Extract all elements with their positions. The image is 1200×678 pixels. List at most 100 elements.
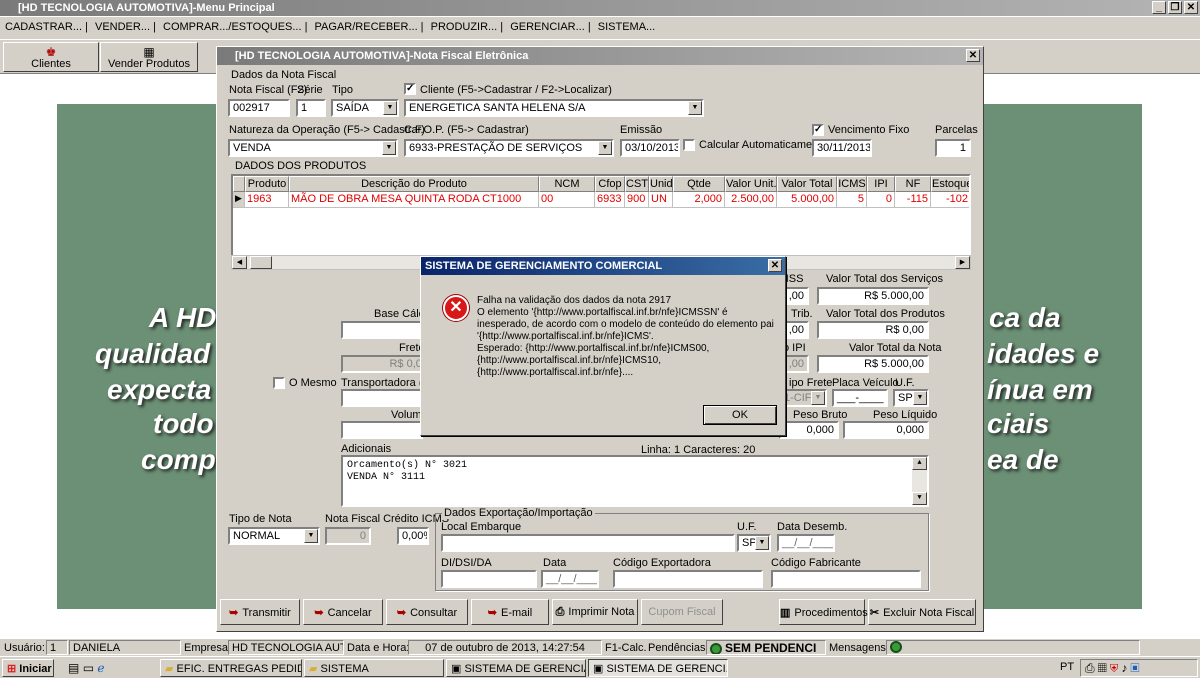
- shield-tray-icon[interactable]: ⛨: [1110, 661, 1122, 675]
- dialog-close-button[interactable]: ✕: [768, 259, 782, 272]
- grid-header-nf[interactable]: NF: [895, 176, 931, 192]
- chevron-down-icon[interactable]: ▼: [688, 101, 702, 115]
- vender-produtos-button[interactable]: ▦ Vender Produtos: [100, 42, 198, 72]
- cell-produto[interactable]: 1963: [245, 192, 289, 208]
- volume-input[interactable]: [341, 421, 423, 439]
- natureza-select[interactable]: VENDA ▼: [228, 139, 398, 157]
- nfe-close-button[interactable]: ✕: [966, 49, 980, 62]
- cell-icms[interactable]: 5: [837, 192, 867, 208]
- monitor-tray-icon[interactable]: ▣: [1130, 661, 1142, 675]
- consultar-button[interactable]: ➥ Consultar: [386, 599, 468, 625]
- pendencias-value[interactable]: SEM PENDENCI: [706, 640, 826, 655]
- peso-liquido-input[interactable]: 0,000: [843, 421, 929, 439]
- ie-icon[interactable]: ℯ: [97, 661, 104, 675]
- network-tray-icon[interactable]: ▦: [1098, 661, 1110, 675]
- minimize-button[interactable]: _: [1152, 1, 1166, 14]
- restore-button[interactable]: ❐: [1168, 1, 1182, 14]
- grid-header-valor-total[interactable]: Valor Total: [777, 176, 837, 192]
- scroll-thumb[interactable]: [250, 256, 272, 269]
- imprimir-nota-button[interactable]: ⎙ Imprimir Nota: [552, 599, 638, 625]
- clientes-button[interactable]: ♚ Clientes: [3, 42, 99, 72]
- menu-gerenciar[interactable]: GERENCIAR... |: [510, 21, 590, 33]
- cupom-fiscal-button[interactable]: Cupom Fiscal: [641, 599, 723, 625]
- calc-auto-checkbox[interactable]: [683, 139, 695, 151]
- grid-header-cfop[interactable]: Cfop: [595, 176, 625, 192]
- cell-valor-total[interactable]: 5.000,00: [777, 192, 837, 208]
- vencimento-input[interactable]: 30/11/2013: [812, 139, 872, 157]
- grid-header-ipi[interactable]: IPI: [867, 176, 895, 192]
- excluir-nota-button[interactable]: ✂ Excluir Nota Fiscal: [868, 599, 976, 625]
- adicionais-textarea[interactable]: Orcamento(s) N° 3021 VENDA N° 3111 ▲ ▼: [341, 455, 929, 507]
- transportadora-input[interactable]: [341, 389, 423, 407]
- di-input[interactable]: [441, 570, 537, 588]
- menu-produzir[interactable]: PRODUZIR... |: [431, 21, 504, 33]
- memo-scrollbar[interactable]: ▲ ▼: [912, 457, 927, 505]
- grid-header-icms[interactable]: ICMS: [837, 176, 867, 192]
- grid-header-estoque[interactable]: Estoque: [931, 176, 969, 192]
- cell-nf[interactable]: -115: [895, 192, 931, 208]
- serie-input[interactable]: 1: [296, 99, 326, 117]
- start-button[interactable]: ⊞ Iniciar: [2, 659, 54, 677]
- cell-cst[interactable]: 900: [625, 192, 649, 208]
- grid-header-ncm[interactable]: NCM: [539, 176, 595, 192]
- ok-button[interactable]: OK: [703, 405, 777, 425]
- cell-estoque[interactable]: -102: [931, 192, 969, 208]
- chevron-down-icon[interactable]: ▼: [304, 529, 318, 543]
- task-sistema-gerencia-1[interactable]: ▣ SISTEMA DE GERENCIA...: [446, 659, 586, 677]
- nf-credito-pct-input[interactable]: 0,00%: [397, 527, 429, 545]
- produtos-grid[interactable]: Produto Descrição do Produto NCM Cfop CS…: [231, 174, 971, 268]
- cod-exportadora-input[interactable]: [613, 570, 763, 588]
- chevron-down-icon[interactable]: ▼: [913, 391, 927, 405]
- scroll-up-icon[interactable]: ▲: [912, 457, 927, 470]
- vencimento-checkbox[interactable]: ✓: [812, 124, 824, 136]
- cell-cfop[interactable]: 6933: [595, 192, 625, 208]
- cell-ipi[interactable]: 0: [867, 192, 895, 208]
- grid-header-cst[interactable]: CST: [625, 176, 649, 192]
- valor-produtos-input[interactable]: R$ 0,00: [817, 321, 929, 339]
- local-embarque-input[interactable]: [441, 534, 735, 552]
- scroll-left-icon[interactable]: ◀: [232, 256, 247, 269]
- menu-cadastrar[interactable]: CADASTRAR... |: [5, 21, 88, 33]
- tipo-select[interactable]: SAÍDA ▼: [331, 99, 399, 117]
- emissao-input[interactable]: 03/10/2013: [620, 139, 680, 157]
- exp-uf-select[interactable]: SP ▼: [737, 534, 771, 552]
- transmitir-button[interactable]: ➥ Transmitir: [220, 599, 300, 625]
- grid-header-produto[interactable]: Produto: [245, 176, 289, 192]
- tipo-nota-select[interactable]: NORMAL ▼: [228, 527, 320, 545]
- task-efic-entregas[interactable]: ▰ EFIC. ENTREGAS PEDIDOS: [160, 659, 302, 677]
- peso-bruto-input[interactable]: 0,000: [779, 421, 839, 439]
- nota-fiscal-input[interactable]: 002917: [228, 99, 290, 117]
- cell-ncm[interactable]: 00: [539, 192, 595, 208]
- chevron-down-icon[interactable]: ▼: [383, 101, 397, 115]
- uf-select[interactable]: SP ▼: [893, 389, 929, 407]
- grid-header-descricao[interactable]: Descrição do Produto: [289, 176, 539, 192]
- parcelas-input[interactable]: 1: [935, 139, 971, 157]
- valor-nota-input[interactable]: R$ 5.000,00: [817, 355, 929, 373]
- cliente-checkbox[interactable]: ✓: [404, 83, 416, 95]
- desktop-icon[interactable]: ▤: [68, 661, 79, 675]
- placa-input[interactable]: ___-____: [832, 389, 888, 407]
- cell-qtde[interactable]: 2,000: [673, 192, 725, 208]
- task-sistema[interactable]: ▰ SISTEMA: [304, 659, 444, 677]
- procedimentos-button[interactable]: ▥ Procedimentos: [779, 599, 868, 625]
- chevron-down-icon[interactable]: ▼: [755, 536, 769, 550]
- printer-tray-icon[interactable]: ⎙: [1085, 661, 1098, 675]
- menu-pagar[interactable]: PAGAR/RECEBER... |: [315, 21, 424, 33]
- menu-sistema[interactable]: SISTEMA...: [598, 21, 655, 33]
- cancelar-button[interactable]: ➥ Cancelar: [303, 599, 383, 625]
- scroll-down-icon[interactable]: ▼: [912, 492, 927, 505]
- close-button[interactable]: ✕: [1184, 1, 1198, 14]
- data-desemb-input[interactable]: __/__/____: [777, 534, 835, 552]
- nf-credito-input[interactable]: 0: [325, 527, 371, 545]
- o-mesmo-checkbox[interactable]: [273, 377, 285, 389]
- language-indicator[interactable]: PT: [1060, 661, 1074, 673]
- cell-unid[interactable]: UN: [649, 192, 673, 208]
- scroll-right-icon[interactable]: ▶: [955, 256, 970, 269]
- cell-descricao[interactable]: MÃO DE OBRA MESA QUINTA RODA CT1000: [289, 192, 539, 208]
- grid-header-qtde[interactable]: Qtde: [673, 176, 725, 192]
- cliente-select[interactable]: ENERGETICA SANTA HELENA S/A ▼: [404, 99, 704, 117]
- email-button[interactable]: ➥ E-mail: [471, 599, 549, 625]
- chevron-down-icon[interactable]: ▼: [598, 141, 612, 155]
- tipo-frete-select[interactable]: 1-CIF ▼: [779, 389, 827, 407]
- f1-calc-label[interactable]: F1-Calc.: [605, 642, 647, 654]
